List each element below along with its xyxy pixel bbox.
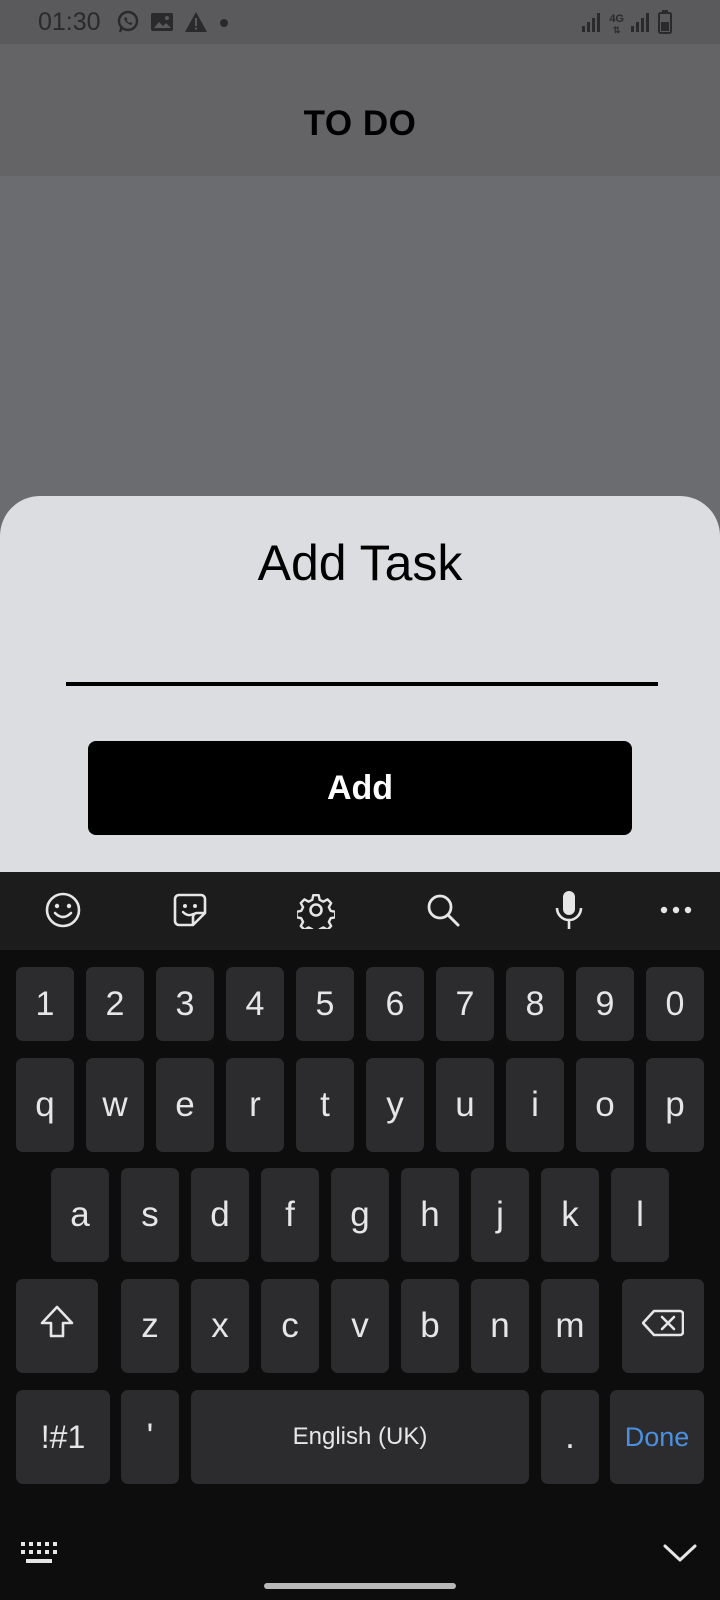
period-key[interactable]: .	[541, 1390, 599, 1484]
dot-icon	[218, 16, 230, 34]
key-t[interactable]: t	[296, 1058, 354, 1152]
key-1[interactable]: 1	[16, 967, 74, 1041]
sheet-title: Add Task	[257, 535, 463, 591]
key-h[interactable]: h	[401, 1168, 459, 1262]
signal-icon	[581, 11, 603, 38]
backspace-icon	[641, 1306, 685, 1346]
key-s[interactable]: s	[121, 1168, 179, 1262]
emoji-icon[interactable]	[43, 890, 83, 930]
key-j[interactable]: j	[471, 1168, 529, 1262]
key-a[interactable]: a	[51, 1168, 109, 1262]
key-7[interactable]: 7	[436, 967, 494, 1041]
search-icon[interactable]	[423, 890, 463, 930]
keyboard-toolbar	[0, 872, 720, 950]
key-8[interactable]: 8	[506, 967, 564, 1041]
key-5[interactable]: 5	[296, 967, 354, 1041]
key-3[interactable]: 3	[156, 967, 214, 1041]
network-4g-icon: 4G ⇅	[609, 12, 624, 35]
status-bar: 01:30 4G ⇅	[0, 0, 720, 44]
apostrophe-key[interactable]: '	[121, 1390, 179, 1484]
battery-icon	[658, 10, 672, 39]
task-list-area	[0, 176, 720, 496]
home-indicator[interactable]	[264, 1583, 456, 1589]
key-e[interactable]: e	[156, 1058, 214, 1152]
signal-icon	[630, 11, 652, 38]
key-l[interactable]: l	[611, 1168, 669, 1262]
key-g[interactable]: g	[331, 1168, 389, 1262]
more-icon[interactable]	[656, 890, 696, 930]
backspace-key[interactable]	[622, 1279, 704, 1373]
settings-icon[interactable]	[296, 890, 336, 930]
done-key[interactable]: Done	[610, 1390, 704, 1484]
key-u[interactable]: u	[436, 1058, 494, 1152]
key-0[interactable]: 0	[646, 967, 704, 1041]
key-f[interactable]: f	[261, 1168, 319, 1262]
image-icon	[150, 11, 174, 38]
keyboard-switch-icon[interactable]	[20, 1540, 58, 1571]
key-n[interactable]: n	[471, 1279, 529, 1373]
symbols-key[interactable]: !#1	[16, 1390, 110, 1484]
shift-key[interactable]	[16, 1279, 98, 1373]
network-label: 4G	[609, 12, 624, 25]
key-z[interactable]: z	[121, 1279, 179, 1373]
key-c[interactable]: c	[261, 1279, 319, 1373]
key-r[interactable]: r	[226, 1058, 284, 1152]
space-key[interactable]: English (UK)	[191, 1390, 529, 1484]
key-4[interactable]: 4	[226, 967, 284, 1041]
key-w[interactable]: w	[86, 1058, 144, 1152]
shift-icon	[39, 1304, 75, 1349]
status-time: 01:30	[38, 8, 101, 36]
key-k[interactable]: k	[541, 1168, 599, 1262]
task-input[interactable]	[66, 616, 658, 686]
sticker-icon[interactable]	[170, 890, 210, 930]
mic-icon[interactable]	[549, 890, 589, 930]
key-q[interactable]: q	[16, 1058, 74, 1152]
key-m[interactable]: m	[541, 1279, 599, 1373]
app-bar: TO DO	[0, 44, 720, 176]
warning-icon	[184, 11, 208, 38]
whatsapp-icon	[116, 10, 140, 39]
key-9[interactable]: 9	[576, 967, 634, 1041]
key-d[interactable]: d	[191, 1168, 249, 1262]
key-2[interactable]: 2	[86, 967, 144, 1041]
hide-keyboard-icon[interactable]	[662, 1541, 698, 1570]
key-x[interactable]: x	[191, 1279, 249, 1373]
key-i[interactable]: i	[506, 1058, 564, 1152]
page-title: TO DO	[303, 104, 417, 143]
key-6[interactable]: 6	[366, 967, 424, 1041]
add-task-sheet: Add Task Add	[0, 496, 720, 876]
key-y[interactable]: y	[366, 1058, 424, 1152]
key-o[interactable]: o	[576, 1058, 634, 1152]
key-v[interactable]: v	[331, 1279, 389, 1373]
key-b[interactable]: b	[401, 1279, 459, 1373]
add-button[interactable]: Add	[88, 741, 632, 835]
key-p[interactable]: p	[646, 1058, 704, 1152]
